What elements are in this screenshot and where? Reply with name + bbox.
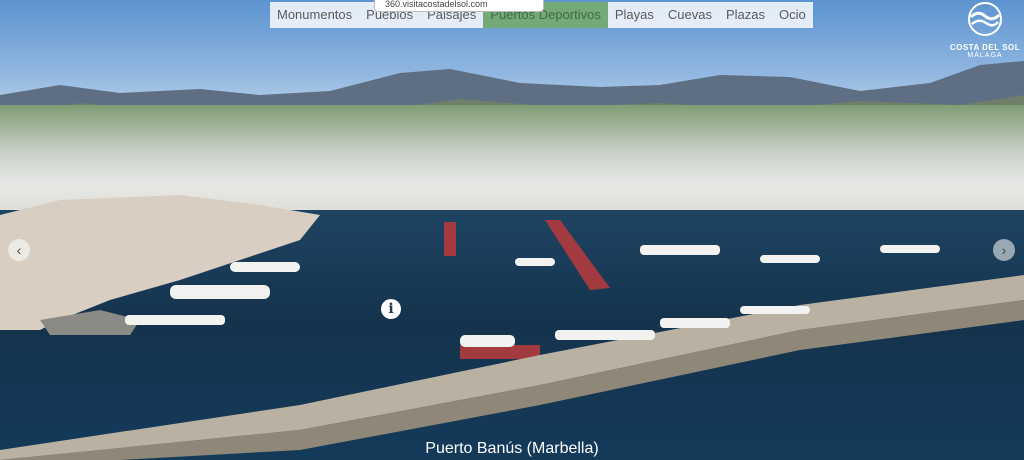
chevron-right-icon: › xyxy=(1001,242,1007,258)
harbor-details xyxy=(0,195,1024,460)
nav-item-playas[interactable]: Playas xyxy=(608,2,661,28)
info-icon[interactable]: i xyxy=(381,299,401,319)
chevron-left-icon: ‹ xyxy=(16,242,22,258)
panorama-view[interactable] xyxy=(0,0,1024,460)
nav-item-cuevas[interactable]: Cuevas xyxy=(661,2,719,28)
nav-item-plazas[interactable]: Plazas xyxy=(719,2,772,28)
next-arrow-button[interactable]: › xyxy=(993,239,1015,261)
location-caption: Puerto Banús (Marbella) xyxy=(425,440,599,457)
wave-logo-icon xyxy=(968,2,1002,36)
nav-item-ocio[interactable]: Ocio xyxy=(772,2,813,28)
costa-del-sol-logo[interactable]: COSTA DEL SOL MÁLAGA xyxy=(946,2,1024,59)
link-url-tooltip: 360.visitacostadelsol.com xyxy=(374,0,544,12)
logo-subtitle: MÁLAGA xyxy=(967,52,1003,59)
nav-item-monumentos[interactable]: Monumentos xyxy=(270,2,359,28)
logo-name: COSTA DEL SOL xyxy=(949,43,1021,52)
prev-arrow-button[interactable]: ‹ xyxy=(8,239,30,261)
